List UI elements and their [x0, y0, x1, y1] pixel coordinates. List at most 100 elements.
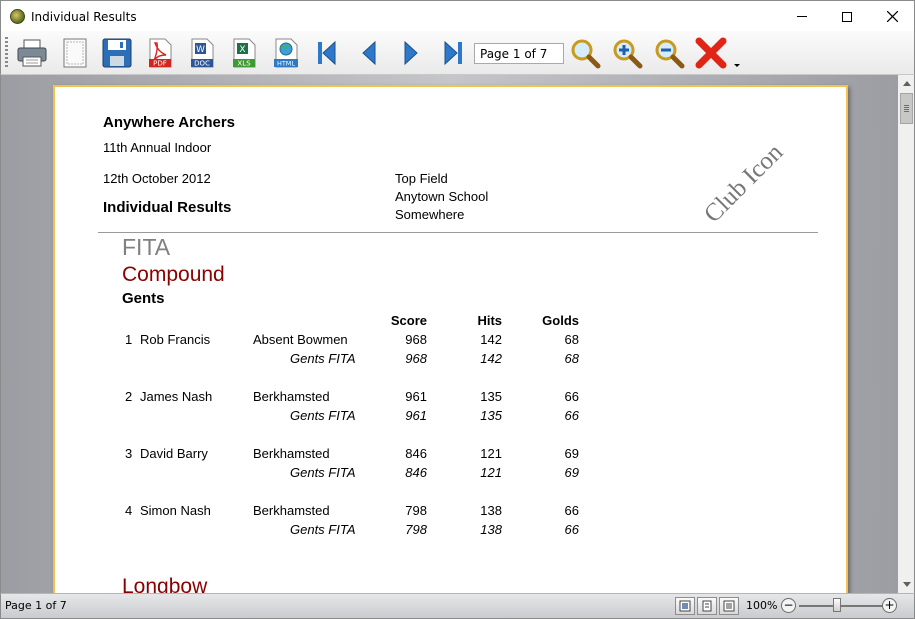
page-setup-button[interactable]	[58, 36, 92, 70]
archer-golds: 66	[564, 503, 579, 518]
archer-round-hits: 138	[480, 522, 502, 537]
archer-golds: 68	[564, 332, 579, 347]
single-page-view-button[interactable]	[675, 597, 695, 615]
pdf-icon: PDF	[149, 38, 172, 68]
minimize-button[interactable]	[779, 1, 825, 32]
archer-rank: 1	[125, 332, 133, 347]
next-page-button[interactable]	[394, 36, 428, 70]
archer-name: David Barry	[140, 446, 208, 461]
status-bar: Page 1 of 7 100% − +	[0, 593, 915, 619]
archer-name: Simon Nash	[140, 503, 211, 518]
event-date: 12th October 2012	[103, 171, 211, 186]
archer-round-score: 961	[405, 408, 427, 423]
club-logo-watermark: Club Icon	[699, 138, 789, 229]
archer-score: 961	[405, 389, 427, 404]
xls-label: XLS	[237, 60, 251, 68]
event-name: 11th Annual Indoor	[103, 140, 212, 155]
last-page-button[interactable]	[436, 36, 470, 70]
archer-round-golds: 68	[564, 351, 579, 366]
save-button[interactable]	[100, 36, 134, 70]
chevron-up-icon	[902, 81, 911, 86]
multi-page-icon	[723, 600, 735, 612]
archer-score: 846	[405, 446, 427, 461]
archer-round-golds: 69	[564, 465, 579, 480]
column-header-hits: Hits	[477, 313, 502, 328]
export-html-button[interactable]: HTML	[269, 36, 303, 70]
archer-round-name: Gents FITA	[290, 351, 356, 366]
scroll-thumb[interactable]	[900, 93, 913, 124]
division-heading: Longbow	[122, 575, 208, 593]
close-preview-button[interactable]	[694, 36, 728, 70]
export-xls-button[interactable]: X XLS	[227, 36, 261, 70]
archer-club: Berkhamsted	[253, 389, 330, 404]
archer-round-name: Gents FITA	[290, 408, 356, 423]
column-header-golds: Golds	[542, 313, 579, 328]
vertical-scrollbar[interactable]	[898, 75, 915, 593]
export-doc-button[interactable]: W DOC	[185, 36, 219, 70]
header-divider	[98, 232, 818, 233]
gender-heading: Gents	[122, 290, 165, 307]
report-viewer: Anywhere Archers 11th Annual Indoor 12th…	[0, 75, 898, 593]
zoom-out-button[interactable]	[652, 36, 686, 70]
archer-score: 968	[405, 332, 427, 347]
archer-club: Berkhamsted	[253, 446, 330, 461]
toolbar-overflow-icon[interactable]	[734, 64, 740, 67]
minimize-icon	[797, 16, 807, 17]
zoom-decrease-button[interactable]: −	[781, 598, 796, 613]
print-icon	[17, 39, 47, 67]
previous-page-icon	[362, 40, 376, 66]
export-pdf-button[interactable]: PDF	[143, 36, 177, 70]
chevron-down-icon	[902, 582, 911, 587]
archer-name: James Nash	[140, 389, 213, 404]
archer-club: Berkhamsted	[253, 503, 330, 518]
column-header-score: Score	[390, 313, 427, 328]
round-heading: FITA	[122, 234, 171, 260]
first-page-button[interactable]	[310, 36, 344, 70]
save-icon	[102, 38, 132, 68]
maximize-button[interactable]	[824, 1, 870, 32]
window-close-button[interactable]	[869, 1, 915, 32]
archer-round-score: 968	[405, 351, 427, 366]
scroll-down-button[interactable]	[898, 576, 915, 593]
archer-round-name: Gents FITA	[290, 522, 356, 537]
xls-icon: X XLS	[233, 38, 256, 68]
pdf-label: PDF	[153, 60, 167, 68]
last-page-icon	[444, 40, 462, 66]
zoom-slider-track[interactable]	[799, 605, 884, 607]
zoom-increase-button[interactable]: +	[882, 598, 897, 613]
archer-round-score: 798	[405, 522, 427, 537]
multi-page-view-button[interactable]	[719, 597, 739, 615]
page-view-icon	[702, 600, 712, 612]
scroll-up-button[interactable]	[898, 75, 915, 92]
thumb-grip-icon	[904, 105, 909, 112]
doc-icon: W DOC	[191, 38, 214, 68]
zoom-in-button[interactable]	[610, 36, 644, 70]
zoom-button[interactable]	[568, 36, 602, 70]
archer-round-golds: 66	[564, 408, 579, 423]
single-page-icon	[679, 600, 691, 612]
archer-round-golds: 66	[564, 522, 579, 537]
next-page-icon	[404, 40, 418, 66]
archer-round-hits: 142	[480, 351, 502, 366]
page-number-field[interactable]: Page 1 of 7	[474, 43, 564, 64]
zoom-icon	[571, 39, 601, 69]
zoom-slider-thumb[interactable]	[833, 598, 841, 612]
toolbar: PDF W DOC X XLS HTML Page 1 of 7	[0, 31, 915, 75]
zoom-in-icon	[613, 39, 643, 69]
archer-hits: 142	[480, 332, 502, 347]
doc-label: DOC	[194, 60, 210, 68]
toolbar-grip[interactable]	[5, 37, 8, 69]
archer-club: Absent Bowmen	[253, 332, 348, 347]
print-button[interactable]	[15, 36, 49, 70]
venue-line: Anytown School	[395, 189, 489, 204]
page-width-view-button[interactable]	[697, 597, 717, 615]
archer-rank: 4	[125, 503, 133, 518]
zoom-out-icon	[655, 39, 685, 69]
close-icon	[695, 37, 727, 69]
first-page-icon	[318, 40, 336, 66]
title-bar: Individual Results	[0, 0, 915, 31]
archer-hits: 138	[480, 503, 502, 518]
previous-page-button[interactable]	[352, 36, 386, 70]
page-setup-icon	[63, 38, 87, 68]
archer-rank: 2	[125, 389, 133, 404]
